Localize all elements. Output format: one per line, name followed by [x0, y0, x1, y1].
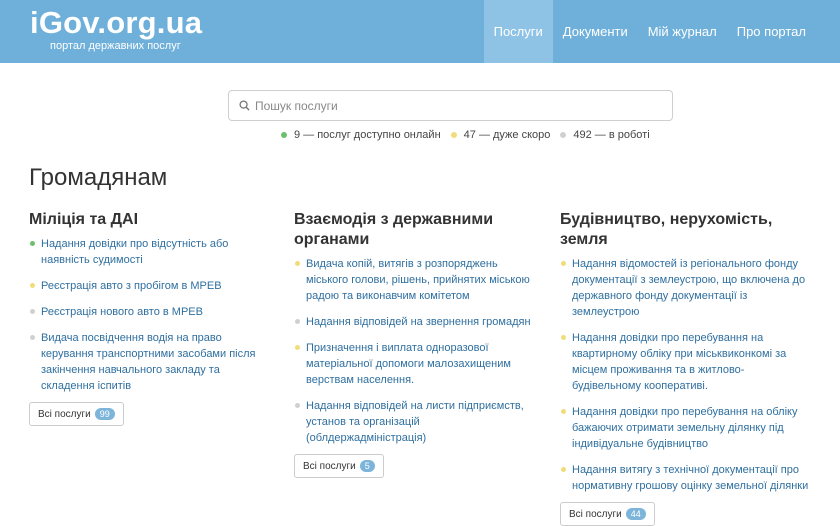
stat-in-progress: 492 — в роботі	[560, 129, 650, 141]
all-services-button[interactable]: Всі послуги 44	[560, 502, 655, 526]
status-dot-gray	[560, 132, 567, 138]
stat-soon-text: 47 — дуже скоро	[463, 129, 551, 141]
status-dot-green	[30, 241, 35, 246]
all-services-label: Всі послуги	[303, 460, 356, 472]
service-item[interactable]: Реєстрація нового авто в МРЕВ	[29, 304, 269, 320]
status-dot-yellow	[561, 261, 566, 266]
stat-in-progress-text: 492 — в роботі	[573, 129, 650, 141]
all-services-button[interactable]: Всі послуги 5	[294, 454, 384, 478]
category-title[interactable]: Будівництво, нерухомість, земля	[560, 210, 810, 250]
nav-item-services[interactable]: Послуги	[483, 0, 553, 63]
category-column: Взаємодія з державними органами Видача к…	[294, 210, 534, 478]
category-column: Будівництво, нерухомість, земля Надання …	[560, 210, 810, 526]
service-link[interactable]: Надання довідки про перебування на облік…	[572, 406, 797, 450]
service-link[interactable]: Надання відомостей із регіонального фонд…	[572, 258, 805, 318]
logo-subtitle: портал державних послуг	[50, 40, 181, 52]
service-list: Видача копій, витягів з розпоряджень міс…	[294, 256, 534, 446]
stat-online: 9 — послуг доступно онлайн	[281, 129, 441, 141]
category-title[interactable]: Міліція та ДАІ	[29, 210, 269, 230]
status-dot-yellow	[295, 261, 300, 266]
count-badge: 99	[94, 408, 115, 420]
status-dot-yellow	[295, 345, 300, 350]
service-link[interactable]: Надання відповідей на листи підприємств,…	[306, 400, 524, 444]
status-dot-yellow	[30, 283, 35, 288]
all-services-label: Всі послуги	[38, 408, 91, 420]
service-link[interactable]: Призначення і виплата одноразової матері…	[306, 342, 511, 386]
service-item[interactable]: Призначення і виплата одноразової матері…	[294, 340, 534, 388]
header: iGov.org.ua портал державних послуг Посл…	[0, 0, 840, 63]
section-title: Громадянам	[29, 164, 168, 191]
search-input[interactable]	[255, 91, 655, 120]
service-item[interactable]: Надання відповідей на звернення громадян	[294, 314, 534, 330]
service-link[interactable]: Реєстрація авто з пробігом в МРЕВ	[41, 280, 222, 292]
nav-item-documents[interactable]: Документи	[553, 0, 638, 63]
logo-title[interactable]: iGov.org.ua	[30, 4, 202, 42]
status-dot-yellow	[450, 132, 457, 138]
service-item[interactable]: Видача копій, витягів з розпоряджень міс…	[294, 256, 534, 304]
service-link[interactable]: Видача копій, витягів з розпоряджень міс…	[306, 258, 530, 302]
service-item[interactable]: Надання довідки про відсутність або наяв…	[29, 236, 269, 268]
status-dot-gray	[30, 335, 35, 340]
all-services-button[interactable]: Всі послуги 99	[29, 402, 124, 426]
service-link[interactable]: Надання відповідей на звернення громадян	[306, 316, 531, 328]
status-dot-yellow	[561, 467, 566, 472]
service-stats: 9 — послуг доступно онлайн 47 — дуже ско…	[281, 129, 660, 141]
category-title[interactable]: Взаємодія з державними органами	[294, 210, 534, 250]
count-badge: 5	[359, 460, 375, 472]
service-item[interactable]: Надання довідки про перебування на кварт…	[560, 330, 810, 394]
service-list: Надання відомостей із регіонального фонд…	[560, 256, 810, 494]
service-item[interactable]: Надання відомостей із регіонального фонд…	[560, 256, 810, 320]
service-link[interactable]: Надання довідки про перебування на кварт…	[572, 332, 786, 392]
service-list: Надання довідки про відсутність або наяв…	[29, 236, 269, 394]
status-dot-green	[281, 132, 287, 138]
service-link[interactable]: Надання довідки про відсутність або наяв…	[41, 238, 228, 266]
nav-item-my-journal[interactable]: Мій журнал	[638, 0, 727, 63]
service-link[interactable]: Надання витягу з технічної документації …	[572, 464, 808, 492]
status-dot-yellow	[561, 335, 566, 340]
search-box[interactable]	[228, 90, 673, 121]
service-item[interactable]: Надання відповідей на листи підприємств,…	[294, 398, 534, 446]
status-dot-gray	[30, 309, 35, 314]
count-badge: 44	[625, 508, 646, 520]
search-icon	[239, 100, 250, 111]
main-nav: Послуги Документи Мій журнал Про портал	[483, 0, 816, 63]
category-column: Міліція та ДАІ Надання довідки про відсу…	[29, 210, 269, 426]
nav-item-about[interactable]: Про портал	[727, 0, 816, 63]
stat-soon: 47 — дуже скоро	[450, 129, 551, 141]
service-link[interactable]: Видача посвідчення водія на право керува…	[41, 332, 255, 392]
logo[interactable]: iGov.org.ua портал державних послуг	[30, 4, 202, 52]
status-dot-gray	[295, 319, 300, 324]
service-item[interactable]: Надання довідки про перебування на облік…	[560, 404, 810, 452]
stat-online-text: 9 — послуг доступно онлайн	[294, 129, 441, 141]
all-services-label: Всі послуги	[569, 508, 622, 520]
status-dot-yellow	[561, 409, 566, 414]
status-dot-gray	[295, 403, 300, 408]
service-item[interactable]: Реєстрація авто з пробігом в МРЕВ	[29, 278, 269, 294]
service-item[interactable]: Видача посвідчення водія на право керува…	[29, 330, 269, 394]
service-link[interactable]: Реєстрація нового авто в МРЕВ	[41, 306, 203, 318]
service-item[interactable]: Надання витягу з технічної документації …	[560, 462, 810, 494]
